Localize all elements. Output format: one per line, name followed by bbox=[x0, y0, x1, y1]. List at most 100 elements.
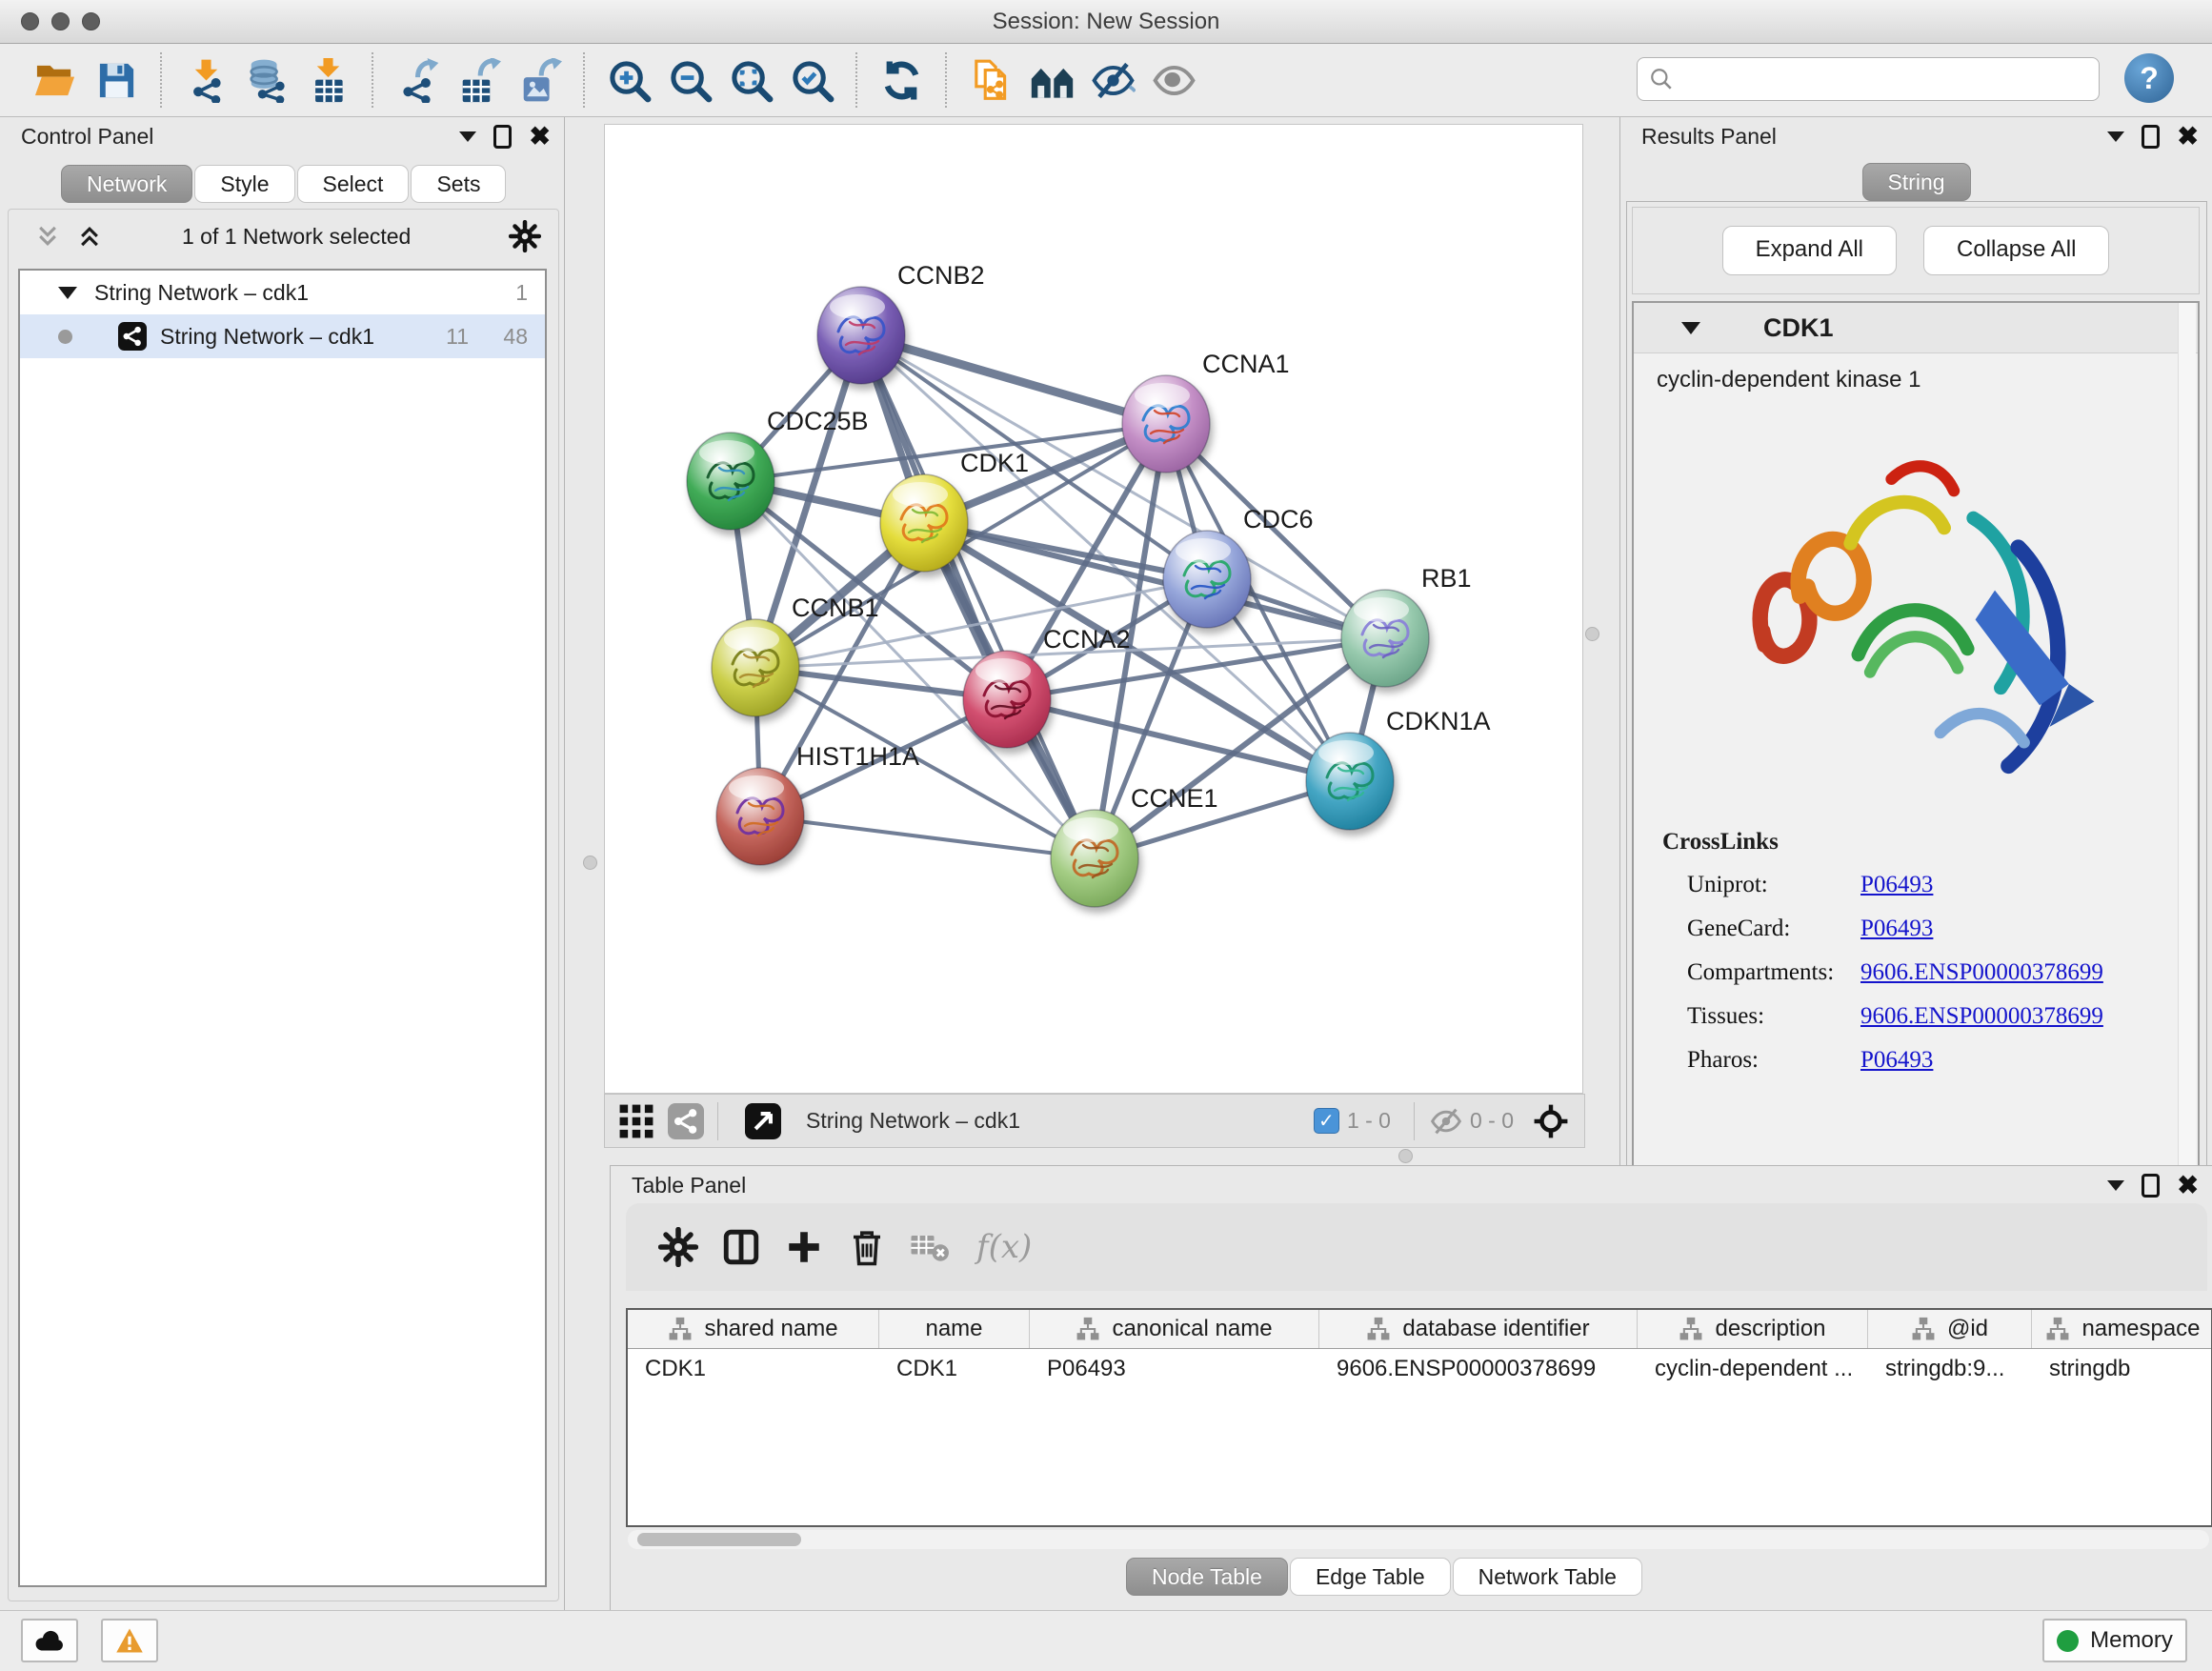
memory-button[interactable]: Memory bbox=[2042, 1619, 2187, 1662]
network-node-rb1[interactable] bbox=[1341, 590, 1429, 687]
zoom-out-icon[interactable] bbox=[659, 51, 720, 109]
network-node-ccnb1[interactable] bbox=[712, 619, 799, 716]
network-row[interactable]: String Network – cdk1 11 48 bbox=[20, 314, 545, 358]
column-header-database-identifier[interactable]: database identifier bbox=[1319, 1310, 1638, 1348]
panel-menu-icon[interactable] bbox=[2107, 131, 2124, 151]
hide-selected-eye-slash-icon[interactable] bbox=[1082, 51, 1143, 109]
tab-edge-table[interactable]: Edge Table bbox=[1290, 1558, 1451, 1596]
crosslink-link[interactable]: 9606.ENSP00000378699 bbox=[1860, 1003, 2103, 1030]
panel-close-icon[interactable]: ✖ bbox=[2177, 125, 2199, 149]
show-columns-icon[interactable] bbox=[710, 1224, 773, 1270]
bottom-splitter-handle[interactable] bbox=[1398, 1149, 1413, 1163]
grid-view-icon[interactable] bbox=[618, 1103, 654, 1139]
network-node-cdk1[interactable] bbox=[880, 474, 968, 572]
zoom-in-icon[interactable] bbox=[598, 51, 659, 109]
tab-sets[interactable]: Sets bbox=[411, 165, 506, 203]
function-builder-icon[interactable]: f(x) bbox=[976, 1228, 1032, 1266]
column-header-canonical-name[interactable]: canonical name bbox=[1030, 1310, 1319, 1348]
crosslink-link[interactable]: P06493 bbox=[1860, 916, 1933, 942]
tab-node-table[interactable]: Node Table bbox=[1126, 1558, 1288, 1596]
network-options-gear-icon[interactable] bbox=[509, 220, 541, 252]
collapse-all-button[interactable]: Collapse All bbox=[1923, 226, 2109, 275]
table-cell[interactable]: stringdb bbox=[2032, 1349, 2212, 1389]
panel-float-icon[interactable] bbox=[2142, 125, 2160, 149]
right-splitter-handle[interactable] bbox=[1585, 627, 1599, 641]
import-network-from-database-icon[interactable] bbox=[236, 51, 297, 109]
refresh-icon[interactable] bbox=[871, 51, 932, 109]
detach-view-icon[interactable] bbox=[745, 1103, 781, 1139]
birds-eye-view-icon[interactable] bbox=[1533, 1103, 1569, 1139]
column-header-description[interactable]: description bbox=[1638, 1310, 1868, 1348]
first-neighbors-icon[interactable] bbox=[1021, 51, 1082, 109]
network-node-ccna1[interactable] bbox=[1122, 375, 1210, 473]
tab-network-table[interactable]: Network Table bbox=[1453, 1558, 1642, 1596]
results-scrollbar[interactable] bbox=[2178, 303, 2196, 1191]
zoom-selected-icon[interactable] bbox=[781, 51, 842, 109]
crosslink-link[interactable]: 9606.ENSP00000378699 bbox=[1860, 959, 2103, 986]
table-cell[interactable]: 9606.ENSP00000378699 bbox=[1319, 1349, 1638, 1389]
table-options-gear-icon[interactable] bbox=[647, 1224, 710, 1270]
tab-style[interactable]: Style bbox=[194, 165, 294, 203]
network-node-cdc6[interactable] bbox=[1163, 531, 1251, 628]
export-image-icon[interactable] bbox=[509, 51, 570, 109]
panel-close-icon[interactable]: ✖ bbox=[2177, 1174, 2199, 1198]
table-cell[interactable]: cyclin-dependent ... bbox=[1638, 1349, 1868, 1389]
table-cell[interactable]: P06493 bbox=[1030, 1349, 1319, 1389]
help-icon[interactable]: ? bbox=[2124, 53, 2174, 103]
tab-network[interactable]: Network bbox=[61, 165, 192, 203]
table-cell[interactable]: CDK1 bbox=[879, 1349, 1030, 1389]
collapse-all-chevron-icon[interactable] bbox=[35, 224, 60, 249]
crosslink-link[interactable]: P06493 bbox=[1860, 872, 1933, 898]
network-graph[interactable]: CCNB2CCNA1CDC25BCDK1CDC6RB1CCNB1CCNA2CDK… bbox=[605, 125, 1582, 1093]
column-header-shared-name[interactable]: shared name bbox=[628, 1310, 879, 1348]
delete-column-trash-icon[interactable] bbox=[835, 1224, 898, 1270]
warning-status-button[interactable] bbox=[101, 1619, 158, 1662]
table-cell[interactable]: CDK1 bbox=[628, 1349, 879, 1389]
panel-menu-icon[interactable] bbox=[459, 131, 476, 151]
hidden-eye-slash-icon[interactable] bbox=[1430, 1103, 1462, 1139]
export-network-icon[interactable] bbox=[387, 51, 448, 109]
expand-all-button[interactable]: Expand All bbox=[1722, 226, 1897, 275]
node-entry-header[interactable]: CDK1 bbox=[1634, 303, 2198, 353]
collection-expand-icon[interactable] bbox=[58, 287, 77, 309]
search-input[interactable] bbox=[1674, 65, 2078, 93]
open-session-icon[interactable] bbox=[25, 51, 86, 109]
show-all-eye-icon[interactable] bbox=[1143, 51, 1204, 109]
panel-close-icon[interactable]: ✖ bbox=[529, 125, 551, 149]
tab-string[interactable]: String bbox=[1861, 163, 1970, 201]
left-splitter-handle[interactable] bbox=[583, 856, 597, 870]
duplicate-network-icon[interactable] bbox=[960, 51, 1021, 109]
panel-menu-icon[interactable] bbox=[2107, 1180, 2124, 1199]
column-header--id[interactable]: @id bbox=[1868, 1310, 2032, 1348]
save-session-icon[interactable] bbox=[86, 51, 147, 109]
network-node-ccna2[interactable] bbox=[963, 651, 1051, 748]
network-node-cdkn1a[interactable] bbox=[1306, 733, 1394, 830]
network-node-ccnb2[interactable] bbox=[817, 287, 905, 384]
scrollbar-thumb[interactable] bbox=[637, 1533, 801, 1546]
tab-select[interactable]: Select bbox=[297, 165, 410, 203]
import-network-from-file-icon[interactable] bbox=[175, 51, 236, 109]
network-view-share-icon[interactable] bbox=[668, 1103, 704, 1139]
selected-checkbox-icon[interactable]: ✓ bbox=[1314, 1108, 1339, 1134]
table-row[interactable]: CDK1CDK1P064939606.ENSP00000378699cyclin… bbox=[628, 1349, 2211, 1389]
export-table-icon[interactable] bbox=[448, 51, 509, 109]
cloud-status-button[interactable] bbox=[21, 1619, 78, 1662]
expand-all-chevron-icon[interactable] bbox=[77, 224, 102, 249]
column-header-name[interactable]: name bbox=[879, 1310, 1030, 1348]
network-node-cdc25b[interactable] bbox=[687, 433, 774, 530]
column-header-namespace[interactable]: namespace bbox=[2032, 1310, 2212, 1348]
table-horizontal-scrollbar[interactable] bbox=[628, 1530, 2209, 1549]
crosslink-link[interactable]: P06493 bbox=[1860, 1047, 1933, 1074]
search-field[interactable] bbox=[1637, 57, 2100, 101]
network-collection-row[interactable]: String Network – cdk1 1 bbox=[20, 271, 545, 314]
panel-float-icon[interactable] bbox=[2142, 1174, 2160, 1198]
panel-float-icon[interactable] bbox=[493, 125, 512, 149]
network-node-ccne1[interactable] bbox=[1051, 810, 1138, 907]
delete-table-icon[interactable] bbox=[898, 1224, 961, 1270]
network-node-hist1h1a[interactable] bbox=[716, 768, 804, 865]
table-cell[interactable]: stringdb:9... bbox=[1868, 1349, 2032, 1389]
network-view-canvas[interactable]: CCNB2CCNA1CDC25BCDK1CDC6RB1CCNB1CCNA2CDK… bbox=[604, 124, 1583, 1094]
add-column-icon[interactable] bbox=[773, 1224, 835, 1270]
import-table-from-file-icon[interactable] bbox=[297, 51, 358, 109]
zoom-fit-icon[interactable] bbox=[720, 51, 781, 109]
